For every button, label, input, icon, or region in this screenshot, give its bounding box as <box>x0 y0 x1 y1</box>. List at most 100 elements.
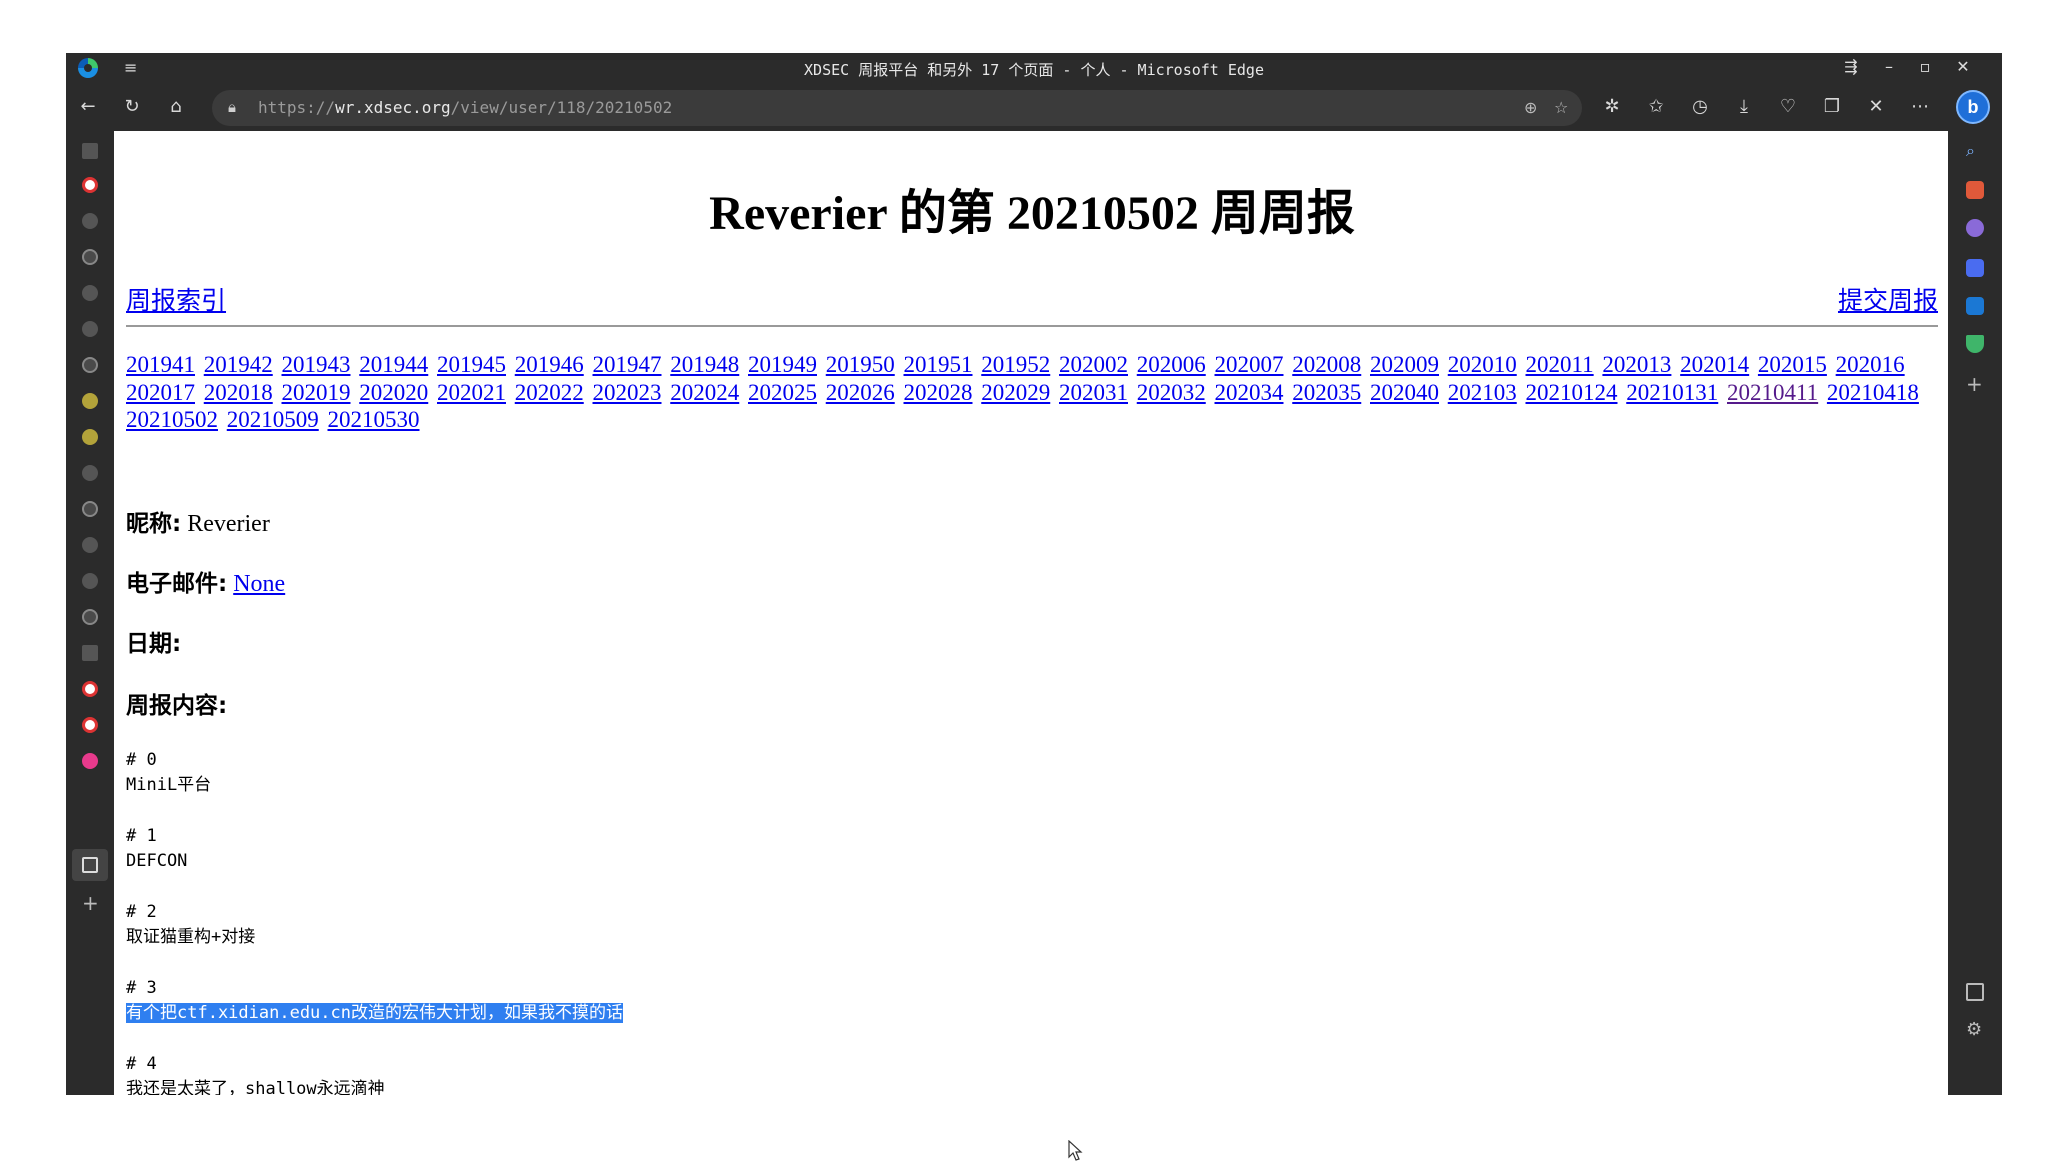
week-link[interactable]: 202028 <box>904 380 973 405</box>
tab-github-icon[interactable] <box>82 357 98 373</box>
week-link[interactable]: 202020 <box>359 380 428 405</box>
week-link[interactable]: 202015 <box>1758 352 1827 377</box>
tools-icon[interactable] <box>1966 219 1984 237</box>
week-link[interactable]: 202029 <box>981 380 1050 405</box>
search-icon[interactable]: ⌕ <box>1966 141 1984 160</box>
week-link[interactable]: 202022 <box>515 380 584 405</box>
tab-site-icon[interactable] <box>82 465 98 481</box>
extensions-icon[interactable]: ✲ <box>1600 95 1624 119</box>
week-link[interactable]: 202031 <box>1059 380 1128 405</box>
tab-site-icon[interactable] <box>82 429 98 445</box>
week-link[interactable]: 202016 <box>1836 352 1905 377</box>
lock-icon[interactable]: 🔒︎ <box>228 98 236 116</box>
settings-icon[interactable]: ⚙ <box>1966 1021 1984 1039</box>
week-link[interactable]: 202035 <box>1292 380 1361 405</box>
minimize-button[interactable]: – <box>1878 57 1900 76</box>
tab-site-icon[interactable] <box>82 537 98 553</box>
downloads-icon[interactable]: ⤓ <box>1732 95 1756 119</box>
week-link[interactable]: 201942 <box>204 352 273 377</box>
submit-link[interactable]: 提交周报 <box>1838 281 1938 317</box>
week-link[interactable]: 202007 <box>1215 352 1284 377</box>
tab-site-icon[interactable] <box>82 213 98 229</box>
history-icon[interactable]: ◷ <box>1688 95 1712 119</box>
week-link[interactable]: 202019 <box>282 380 351 405</box>
home-icon[interactable]: ⌂ <box>164 95 188 119</box>
week-link[interactable]: 201951 <box>904 352 973 377</box>
tab-google-icon[interactable] <box>82 177 98 193</box>
drop-icon[interactable] <box>1966 335 1984 353</box>
extension-zc-icon[interactable]: ✕ <box>1864 95 1888 119</box>
selected-text[interactable]: 有个把ctf.xidian.edu.cn改造的宏伟大计划，如果我不摸的话 <box>126 1002 623 1023</box>
week-link[interactable]: 202026 <box>826 380 895 405</box>
hide-sidebar-icon[interactable] <box>1966 983 1984 1001</box>
week-link[interactable]: 201948 <box>670 352 739 377</box>
add-favorite-icon[interactable]: ☆ <box>1554 98 1568 117</box>
new-tab-icon[interactable]: + <box>82 891 99 915</box>
week-link[interactable]: 202018 <box>204 380 273 405</box>
maximize-button[interactable]: ▫ <box>1914 57 1936 76</box>
week-link[interactable]: 20210411 <box>1727 380 1818 405</box>
tab-site-icon[interactable] <box>82 645 98 661</box>
shopping-icon[interactable] <box>1966 181 1984 199</box>
week-link[interactable]: 202010 <box>1448 352 1517 377</box>
week-link[interactable]: 20210502 <box>126 407 218 432</box>
week-link[interactable]: 20210530 <box>328 407 420 432</box>
week-link[interactable]: 202021 <box>437 380 506 405</box>
week-link[interactable]: 201945 <box>437 352 506 377</box>
address-bar[interactable]: 🔒︎ https://wr.xdsec.org/view/user/118/20… <box>212 90 1582 126</box>
week-link[interactable]: 202009 <box>1370 352 1439 377</box>
back-icon[interactable]: ← <box>76 95 100 119</box>
browser-essentials-icon[interactable]: ♡ <box>1776 95 1800 119</box>
tab-site-icon[interactable] <box>82 285 98 301</box>
close-button[interactable]: ✕ <box>1952 57 1974 76</box>
week-link[interactable]: 201941 <box>126 352 195 377</box>
week-link[interactable]: 202103 <box>1448 380 1517 405</box>
week-link[interactable]: 201947 <box>593 352 662 377</box>
tab-google-icon[interactable] <box>82 717 98 733</box>
outlook-icon[interactable] <box>1966 297 1984 315</box>
week-link[interactable]: 20210124 <box>1526 380 1618 405</box>
week-link[interactable]: 201949 <box>748 352 817 377</box>
week-link[interactable]: 202023 <box>593 380 662 405</box>
tab-actions-icon[interactable]: ⇶ <box>1840 57 1862 76</box>
zoom-icon[interactable]: ⊕ <box>1524 98 1537 117</box>
copilot-side-icon[interactable] <box>1966 259 1984 277</box>
week-link[interactable]: 202040 <box>1370 380 1439 405</box>
week-link[interactable]: 20210509 <box>227 407 319 432</box>
week-link[interactable]: 202034 <box>1215 380 1284 405</box>
tab-github-icon[interactable] <box>82 249 98 265</box>
tab-panel-icon[interactable] <box>82 143 98 159</box>
week-link[interactable]: 201944 <box>359 352 428 377</box>
week-link[interactable]: 20210131 <box>1626 380 1718 405</box>
add-sidebar-icon[interactable]: + <box>1966 374 1984 394</box>
tab-site-icon[interactable] <box>82 753 98 769</box>
url-text[interactable]: https://wr.xdsec.org/view/user/118/20210… <box>258 98 672 117</box>
more-icon[interactable]: ⋯ <box>1908 95 1932 119</box>
week-link[interactable]: 202006 <box>1137 352 1206 377</box>
week-link[interactable]: 202025 <box>748 380 817 405</box>
week-link[interactable]: 201946 <box>515 352 584 377</box>
week-link[interactable]: 202032 <box>1137 380 1206 405</box>
tab-site-icon[interactable] <box>82 321 98 337</box>
refresh-icon[interactable]: ↻ <box>120 95 144 119</box>
tab-github-icon[interactable] <box>82 501 98 517</box>
week-link[interactable]: 202011 <box>1526 352 1594 377</box>
week-link[interactable]: 202024 <box>670 380 739 405</box>
tab-site-icon[interactable] <box>82 573 98 589</box>
tab-github-icon[interactable] <box>82 609 98 625</box>
index-link[interactable]: 周报索引 <box>126 281 226 317</box>
week-link[interactable]: 201952 <box>981 352 1050 377</box>
week-link[interactable]: 201950 <box>826 352 895 377</box>
week-link[interactable]: 202008 <box>1292 352 1361 377</box>
week-link[interactable]: 20210418 <box>1827 380 1919 405</box>
favorites-icon[interactable]: ✩ <box>1644 95 1668 119</box>
tab-document-icon[interactable] <box>82 857 98 873</box>
tab-site-icon[interactable] <box>82 393 98 409</box>
week-link[interactable]: 202017 <box>126 380 195 405</box>
copilot-icon[interactable]: b <box>1956 90 1990 124</box>
week-link[interactable]: 202013 <box>1602 352 1671 377</box>
week-link[interactable]: 202014 <box>1680 352 1749 377</box>
email-link[interactable]: None <box>233 571 285 597</box>
week-link[interactable]: 202002 <box>1059 352 1128 377</box>
collections-icon[interactable]: ❐ <box>1820 95 1844 119</box>
